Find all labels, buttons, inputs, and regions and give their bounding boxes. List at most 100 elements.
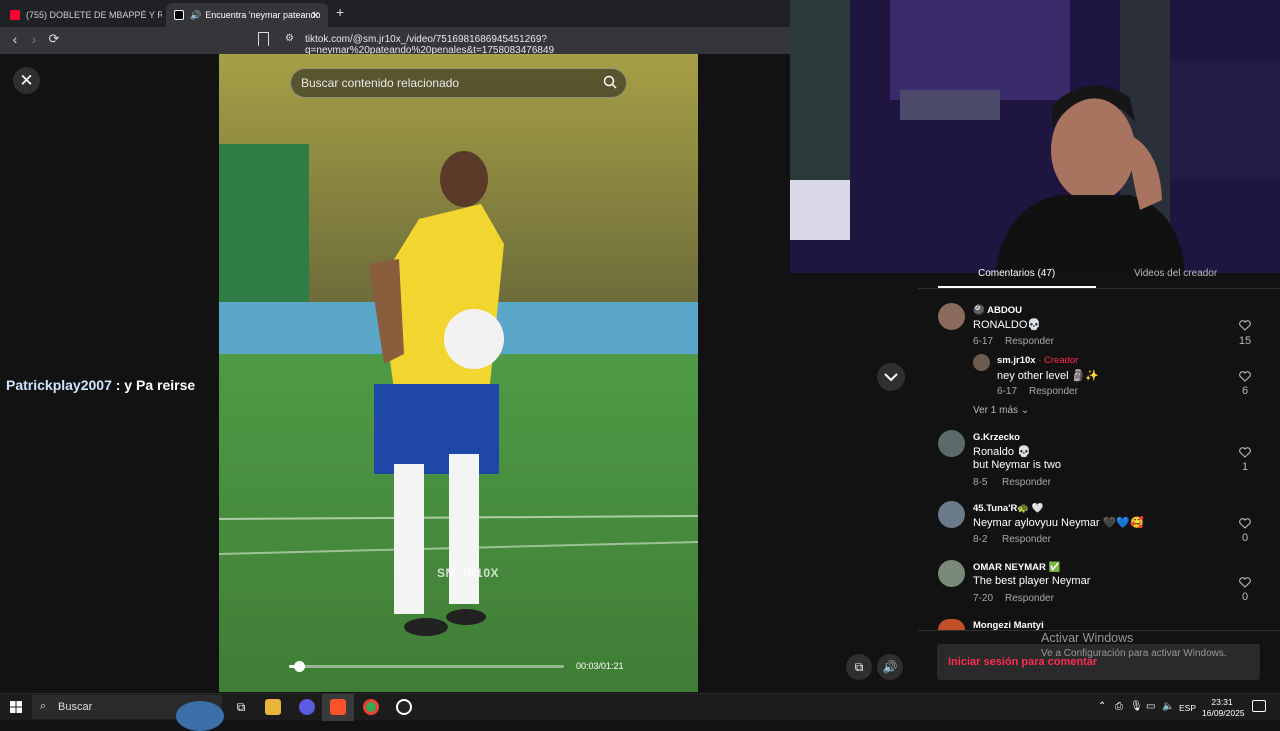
like-count: 15 bbox=[1238, 335, 1252, 347]
avatar[interactable] bbox=[938, 501, 965, 528]
avatar[interactable] bbox=[938, 619, 965, 630]
view-more-replies[interactable]: Ver 1 más ⌄ bbox=[973, 405, 1029, 416]
address-bar-row: ‹ › ⟳ ⚙ tiktok.com/@sm.jr10x_/video/7516… bbox=[0, 27, 790, 56]
comment-date: 7-20 bbox=[973, 593, 994, 604]
tiktok-icon bbox=[174, 10, 184, 20]
webcam-image bbox=[790, 0, 1280, 273]
comment-text: Neymar aylovyuu Neymar 🖤💙🥰 bbox=[973, 517, 1144, 529]
like-count: 0 bbox=[1241, 591, 1249, 603]
reply-date: 6-17 bbox=[997, 386, 1018, 397]
chevron-up-icon[interactable]: ⌃ bbox=[1098, 701, 1106, 712]
taskbar-search[interactable]: ⌕ Buscar bbox=[32, 695, 224, 731]
comment-date: 6-17 bbox=[973, 336, 994, 347]
activation-subtitle: Ve a Configuración para activar Windows. bbox=[1041, 648, 1227, 659]
search-icon[interactable] bbox=[603, 75, 617, 89]
reply-button[interactable]: Responder bbox=[1005, 336, 1054, 347]
brave-icon[interactable] bbox=[330, 699, 346, 715]
notifications-icon[interactable] bbox=[1252, 700, 1266, 712]
chrome-icon[interactable] bbox=[363, 699, 379, 715]
comment-username[interactable]: 🎱 ABDOU bbox=[973, 305, 1022, 316]
obs-icon[interactable] bbox=[396, 699, 412, 715]
webcam-overlay bbox=[790, 0, 1280, 273]
tabs-divider bbox=[918, 288, 1280, 289]
reply-button[interactable]: Responder bbox=[1029, 386, 1078, 397]
search-icon: ⌕ bbox=[40, 700, 47, 712]
stream-chat-message: Patrickplay2007 : y Pa reirse bbox=[6, 377, 195, 393]
discord-icon[interactable] bbox=[299, 699, 315, 715]
related-search-input[interactable]: Buscar contenido relacionado bbox=[290, 68, 627, 98]
video-time: 00:03/01:21 bbox=[576, 661, 624, 671]
creator-badge: · Creador bbox=[1035, 355, 1079, 366]
reply-username[interactable]: sm.jr10x · Creador bbox=[997, 355, 1078, 366]
speaker-icon: 🔊 bbox=[190, 9, 202, 20]
tab-tiktok[interactable]: 🔊 Encuentra 'neymar pateando ✕ bbox=[166, 3, 328, 27]
like-count: 1 bbox=[1241, 461, 1249, 473]
heart-icon[interactable] bbox=[1239, 577, 1251, 588]
reload-icon[interactable]: ⟳ bbox=[45, 31, 63, 47]
comment-date: 8-5 bbox=[973, 477, 988, 488]
clock-time: 23:31 bbox=[1211, 697, 1233, 707]
url-field[interactable]: tiktok.com/@sm.jr10x_/video/751698168694… bbox=[305, 34, 790, 56]
heart-icon[interactable] bbox=[1239, 320, 1251, 331]
close-video-button[interactable]: ✕ bbox=[13, 67, 40, 94]
microphone-icon[interactable]: 🎙 bbox=[1130, 701, 1143, 712]
more-replies-label: Ver 1 más bbox=[973, 405, 1019, 416]
browser-tab-bar: (755) DOBLETE DE MBAPPÉ Y REMON 🔊 Encuen… bbox=[0, 0, 790, 27]
video-player[interactable]: Buscar contenido relacionado SM.JR10X 00… bbox=[219, 54, 698, 692]
avatar[interactable] bbox=[938, 560, 965, 587]
back-icon[interactable]: ‹ bbox=[6, 31, 24, 47]
comment-username[interactable]: 45.Tuna'R🐢 🤍 bbox=[973, 503, 1044, 514]
next-video-button[interactable] bbox=[877, 363, 905, 391]
language-indicator[interactable]: ESP bbox=[1179, 703, 1196, 713]
tab-label: (755) DOBLETE DE MBAPPÉ Y REMON bbox=[26, 10, 162, 20]
chevron-down-icon bbox=[884, 373, 898, 382]
reply-button[interactable]: Responder bbox=[1002, 477, 1051, 488]
heart-icon[interactable] bbox=[1239, 371, 1251, 382]
comment-username[interactable]: G.Krzecko bbox=[973, 432, 1020, 443]
task-view-icon[interactable]: ⧉ bbox=[233, 699, 249, 715]
youtube-icon bbox=[10, 10, 20, 20]
new-tab-button[interactable]: + bbox=[336, 4, 344, 20]
globe-icon bbox=[176, 701, 224, 731]
chat-username: Patrickplay2007 bbox=[6, 377, 112, 393]
reply-button[interactable]: Responder bbox=[1002, 534, 1051, 545]
activation-title: Activar Windows bbox=[1041, 631, 1134, 645]
tab-creator-videos[interactable]: Videos del creador bbox=[1134, 268, 1217, 279]
progress-bar[interactable] bbox=[289, 661, 564, 672]
reply-username-text: sm.jr10x bbox=[997, 355, 1036, 366]
comment-text: RONALDO💀 bbox=[973, 319, 1042, 331]
comment-text: Ronaldo 💀 bbox=[973, 446, 1031, 458]
search-placeholder: Buscar contenido relacionado bbox=[301, 76, 460, 90]
comment-text-line2: but Neymar is two bbox=[973, 459, 1062, 471]
heart-icon[interactable] bbox=[1239, 518, 1251, 529]
pip-button[interactable]: ⧉ bbox=[846, 654, 872, 680]
chevron-down-icon: ⌄ bbox=[1020, 405, 1030, 416]
comment-text: The best player Neymar bbox=[973, 575, 1091, 587]
device-icon[interactable]: ⎙ bbox=[1115, 701, 1123, 712]
forward-icon[interactable]: › bbox=[25, 31, 43, 47]
close-tab-icon[interactable]: ✕ bbox=[311, 9, 320, 22]
clock-date: 16/09/2025 bbox=[1202, 708, 1245, 718]
windows-start-icon[interactable] bbox=[10, 701, 22, 713]
site-info-icon[interactable]: ⚙ bbox=[285, 33, 294, 44]
chat-text: : y Pa reirse bbox=[111, 377, 196, 393]
clock[interactable]: 23:31 16/09/2025 bbox=[1202, 697, 1245, 719]
video-frame bbox=[219, 54, 698, 692]
volume-icon[interactable]: 🔈 bbox=[1162, 701, 1174, 712]
reply-text: ney other level 🗿✨ bbox=[997, 370, 1099, 382]
avatar[interactable] bbox=[938, 430, 965, 457]
avatar[interactable] bbox=[973, 354, 990, 371]
file-explorer-icon[interactable] bbox=[265, 699, 281, 715]
video-watermark: SM.JR10X bbox=[437, 566, 500, 580]
avatar[interactable] bbox=[938, 303, 965, 330]
bookmark-icon[interactable] bbox=[258, 32, 269, 46]
tab-youtube[interactable]: (755) DOBLETE DE MBAPPÉ Y REMON bbox=[2, 3, 162, 27]
tab-comments[interactable]: Comentarios (47) bbox=[978, 268, 1055, 279]
reply-button[interactable]: Responder bbox=[1005, 593, 1054, 604]
network-icon[interactable]: ▭ bbox=[1146, 701, 1155, 712]
volume-button[interactable]: 🔊 bbox=[877, 654, 903, 680]
tab-label: Encuentra 'neymar pateando bbox=[205, 10, 321, 20]
heart-icon[interactable] bbox=[1239, 447, 1251, 458]
comment-username[interactable]: OMAR NEYMAR ✅ bbox=[973, 562, 1060, 573]
taskbar: ⌕ Buscar ⧉ ⌃ ⎙ 🎙 ▭ 🔈 ESP 23:31 16/09/202… bbox=[0, 693, 1280, 731]
